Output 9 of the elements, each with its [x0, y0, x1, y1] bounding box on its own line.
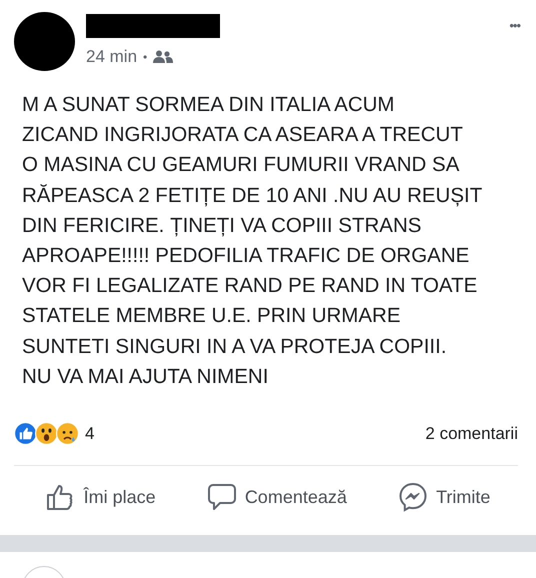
like-button[interactable]: Îmi place — [40, 479, 162, 516]
separator-dot: • — [143, 50, 148, 64]
comment-count[interactable]: 2 comentarii — [425, 424, 518, 444]
reaction-count[interactable]: 4 — [85, 424, 94, 444]
more-button[interactable]: ••• — [509, 18, 520, 33]
comment-button[interactable]: Comentează — [200, 479, 353, 516]
post-text: M A SUNAT SORMEA DIN ITALIA ACUM ZICAND INGRIJORATA CA ASEARA A TRECUT O MASINA CU GEAMURI FUMURII VRAND SA RĂPEASCA 2 FETIȚE DE 10 ANI .NU AU REUȘIT DIN FERICIRE. ȚINEȚI VA COPIII STRANS APROAPE!!!!! PEDOFILIA TRAFIC DE ORGANE VOR FI LEGALIZATE RAND PE RAND IN TOATE STATELE MEMBRE U.E. PRIN URMARE SUNTETI SINGURI IN A VA PROTEJA COPIII. NU VA MAI AJUTA NIMENI — [22, 92, 484, 390]
post-time[interactable]: 24 min — [86, 47, 138, 67]
share-button[interactable]: Trimite — [392, 478, 496, 516]
